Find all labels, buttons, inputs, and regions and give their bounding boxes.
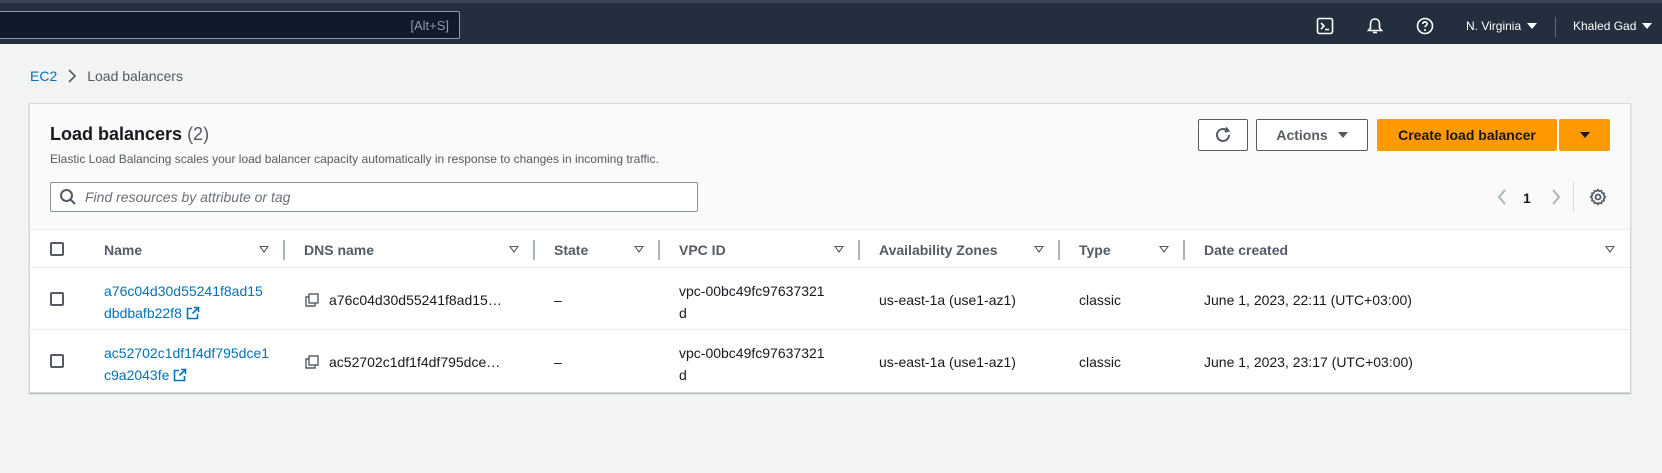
table-row[interactable]: a76c04d30d55241f8ad15dbdbafb22f8 a76c04d… <box>30 268 1630 330</box>
availability-zones: us-east-1a (use1-az1) <box>879 292 1016 308</box>
dns-name: ac52702c1df1f4df795dce… <box>329 354 501 370</box>
sort-icon[interactable] <box>634 246 644 253</box>
next-page-icon[interactable] <box>1550 188 1562 206</box>
actions-label: Actions <box>1276 127 1328 143</box>
column-header-dns[interactable]: DNS name <box>304 242 374 258</box>
refresh-icon <box>1216 126 1231 142</box>
type-value: classic <box>1079 354 1122 370</box>
load-balancer-name-link[interactable]: ac52702c1df1f4df795dce1c9a2043fe <box>104 342 270 386</box>
panel-description: Elastic Load Balancing scales your load … <box>50 152 659 166</box>
breadcrumb-ec2-link[interactable]: EC2 <box>30 68 57 84</box>
table-row[interactable]: ac52702c1df1f4df795dce1c9a2043fe ac52702… <box>30 330 1630 392</box>
select-all-checkbox[interactable] <box>50 242 64 256</box>
actions-button[interactable]: Actions <box>1256 119 1368 151</box>
global-search-input[interactable]: [Alt+S] <box>0 11 460 39</box>
chevron-right-icon <box>68 69 77 83</box>
column-resizer[interactable] <box>283 240 285 260</box>
panel-count: (2) <box>187 124 210 144</box>
panel-header: Load balancers (2) Elastic Load Balancin… <box>30 104 1630 229</box>
region-label: N. Virginia <box>1466 19 1522 33</box>
state-value: – <box>554 354 562 370</box>
create-label: Create load balancer <box>1398 127 1536 143</box>
bell-icon[interactable] <box>1366 17 1384 35</box>
sort-icon[interactable] <box>259 246 269 253</box>
breadcrumb-current: Load balancers <box>87 68 183 84</box>
column-resizer[interactable] <box>858 240 860 260</box>
type-value: classic <box>1079 292 1122 308</box>
column-resizer[interactable] <box>1183 240 1185 260</box>
column-header-name[interactable]: Name <box>104 242 142 258</box>
refresh-button[interactable] <box>1198 119 1248 151</box>
column-header-date[interactable]: Date created <box>1204 242 1288 258</box>
top-navigation: [Alt+S] N. Virginia Khaled Gad <box>0 0 1662 44</box>
sort-icon[interactable] <box>1159 246 1169 253</box>
column-header-type[interactable]: Type <box>1079 242 1111 258</box>
breadcrumb: EC2 Load balancers <box>30 68 183 84</box>
dns-name: a76c04d30d55241f8ad15… <box>329 292 502 308</box>
external-link-icon <box>186 306 200 320</box>
help-icon[interactable] <box>1416 17 1434 35</box>
pager-divider <box>1573 182 1574 212</box>
column-header-vpc[interactable]: VPC ID <box>679 242 726 258</box>
create-options-dropdown[interactable] <box>1559 119 1610 151</box>
gear-icon[interactable] <box>1589 188 1607 206</box>
copy-icon[interactable] <box>305 293 319 307</box>
vpc-id: vpc-00bc49fc97637321d <box>679 283 825 321</box>
load-balancer-name: a76c04d30d55241f8ad15dbdbafb22f8 <box>104 283 263 321</box>
load-balancers-panel: Load balancers (2) Elastic Load Balancin… <box>29 103 1631 393</box>
nav-divider <box>1555 17 1556 37</box>
column-header-state[interactable]: State <box>554 242 588 258</box>
previous-page-icon[interactable] <box>1496 188 1508 206</box>
panel-title-text: Load balancers <box>50 124 183 144</box>
page-number[interactable]: 1 <box>1523 190 1531 206</box>
cloudshell-icon[interactable] <box>1316 17 1334 35</box>
sort-icon[interactable] <box>1605 246 1615 253</box>
chevron-down-icon <box>1579 132 1590 138</box>
state-value: – <box>554 292 562 308</box>
column-resizer[interactable] <box>533 240 535 260</box>
sort-icon[interactable] <box>509 246 519 253</box>
date-created: June 1, 2023, 22:11 (UTC+03:00) <box>1204 292 1412 308</box>
availability-zones: us-east-1a (use1-az1) <box>879 354 1016 370</box>
account-name: Khaled Gad <box>1573 19 1637 33</box>
date-created: June 1, 2023, 23:17 (UTC+03:00) <box>1204 354 1413 370</box>
search-icon <box>60 189 76 205</box>
load-balancer-name-link[interactable]: a76c04d30d55241f8ad15dbdbafb22f8 <box>104 280 270 324</box>
load-balancers-table: Name DNS name State VPC ID Availability … <box>30 229 1630 392</box>
column-resizer[interactable] <box>1058 240 1060 260</box>
external-link-icon <box>174 368 187 382</box>
filter-bar <box>50 182 698 212</box>
vpc-id: vpc-00bc49fc97637321d <box>679 345 825 383</box>
column-resizer[interactable] <box>658 240 660 260</box>
create-load-balancer-button[interactable]: Create load balancer <box>1377 119 1557 151</box>
table-header: Name DNS name State VPC ID Availability … <box>30 229 1630 268</box>
chevron-down-icon <box>1642 23 1653 29</box>
row-checkbox[interactable] <box>50 354 64 368</box>
chevron-down-icon <box>1337 132 1348 138</box>
chevron-down-icon <box>1527 23 1538 29</box>
panel-title: Load balancers (2) <box>50 124 209 145</box>
sort-icon[interactable] <box>1034 246 1044 253</box>
row-checkbox[interactable] <box>50 292 64 306</box>
account-menu[interactable]: Khaled Gad <box>1573 19 1653 33</box>
copy-icon[interactable] <box>305 355 319 369</box>
sort-icon[interactable] <box>834 246 844 253</box>
region-selector[interactable]: N. Virginia <box>1466 19 1538 33</box>
filter-input[interactable] <box>85 189 665 205</box>
search-shortcut-hint: [Alt+S] <box>410 18 449 33</box>
column-header-az[interactable]: Availability Zones <box>879 242 998 258</box>
